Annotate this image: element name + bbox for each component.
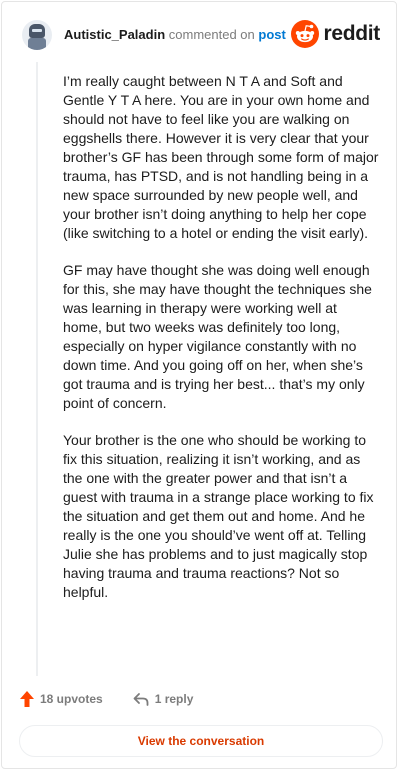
thread-line[interactable] <box>36 62 38 676</box>
paladin-avatar-icon[interactable] <box>22 20 52 50</box>
comment-header: Autistic_Paladin commented on post reddi… <box>22 18 380 52</box>
reddit-wordmark: reddit <box>323 22 380 45</box>
comment-body: I’m really caught between N T A and Soft… <box>63 72 379 620</box>
upvote-arrow-icon <box>20 691 34 707</box>
comment-card: Autistic_Paladin commented on post reddi… <box>1 1 397 769</box>
upvote-button[interactable]: 18 upvotes <box>20 691 103 707</box>
comment-paragraph: I’m really caught between N T A and Soft… <box>63 73 379 241</box>
view-conversation-button[interactable]: View the conversation <box>19 725 383 757</box>
reply-button[interactable]: 1 reply <box>133 692 194 706</box>
reddit-brand[interactable]: reddit <box>291 20 380 48</box>
avatar-visor <box>32 29 42 32</box>
reddit-snoo-icon <box>291 20 320 48</box>
comment-paragraph: Your brother is the one who should be wo… <box>63 432 374 600</box>
action-text: commented on <box>168 27 255 42</box>
avatar-body <box>28 38 46 50</box>
comment-meta: Autistic_Paladin commented on post <box>64 27 286 43</box>
username-link[interactable]: Autistic_Paladin <box>64 27 165 42</box>
post-link[interactable]: post <box>258 27 285 42</box>
comment-actions: 18 upvotes 1 reply <box>20 691 193 707</box>
reply-arrow-icon <box>133 693 149 706</box>
reply-count: 1 reply <box>154 692 194 706</box>
comment-paragraph: GF may have thought she was doing well e… <box>63 262 372 411</box>
upvotes-count: 18 upvotes <box>40 692 103 706</box>
